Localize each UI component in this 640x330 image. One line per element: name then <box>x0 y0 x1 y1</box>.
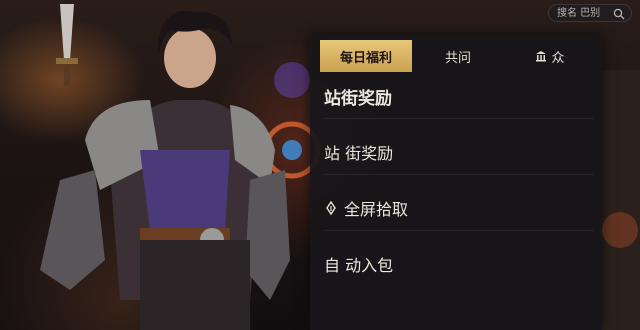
menu-item-label: 自 动入包 <box>324 256 394 275</box>
tab-label: 每日福利 <box>339 50 392 66</box>
welfare-panel: 每日福利 共问 众 站街奖励 站 街奖励 全屏拾取 自 动入包 <box>310 34 602 330</box>
menu-item-label: 站 街奖励 <box>324 144 394 163</box>
tab-bar: 每日福利 共问 众 <box>320 40 596 72</box>
game-screen: 搜名 巴别 每日福利 共问 众 站街奖励 站 街奖励 全屏拾取 自 动入包 <box>0 0 640 330</box>
tab-zhong[interactable]: 众 <box>504 40 596 72</box>
search-box[interactable]: 搜名 巴别 <box>548 4 632 22</box>
menu-item-station-reward[interactable]: 站 街奖励 <box>324 130 594 175</box>
pen-nib-icon <box>326 201 336 215</box>
temple-icon <box>536 51 547 62</box>
tab-gongwen[interactable]: 共问 <box>412 40 504 72</box>
tab-label: 共问 <box>444 50 471 66</box>
tab-daily-welfare[interactable]: 每日福利 <box>320 40 412 72</box>
menu-item-label: 站街奖励 <box>324 88 392 109</box>
search-placeholder: 搜名 巴别 <box>557 8 601 19</box>
menu-item-fullscreen-pickup[interactable]: 全屏拾取 <box>324 186 594 231</box>
menu-item-station-reward-header[interactable]: 站街奖励 <box>324 74 594 119</box>
search-icon[interactable] <box>613 8 625 20</box>
menu-item-auto-bag[interactable]: 自 动入包 <box>324 242 594 286</box>
menu-item-label: 全屏拾取 <box>344 200 409 219</box>
tab-label: 众 <box>551 50 565 66</box>
